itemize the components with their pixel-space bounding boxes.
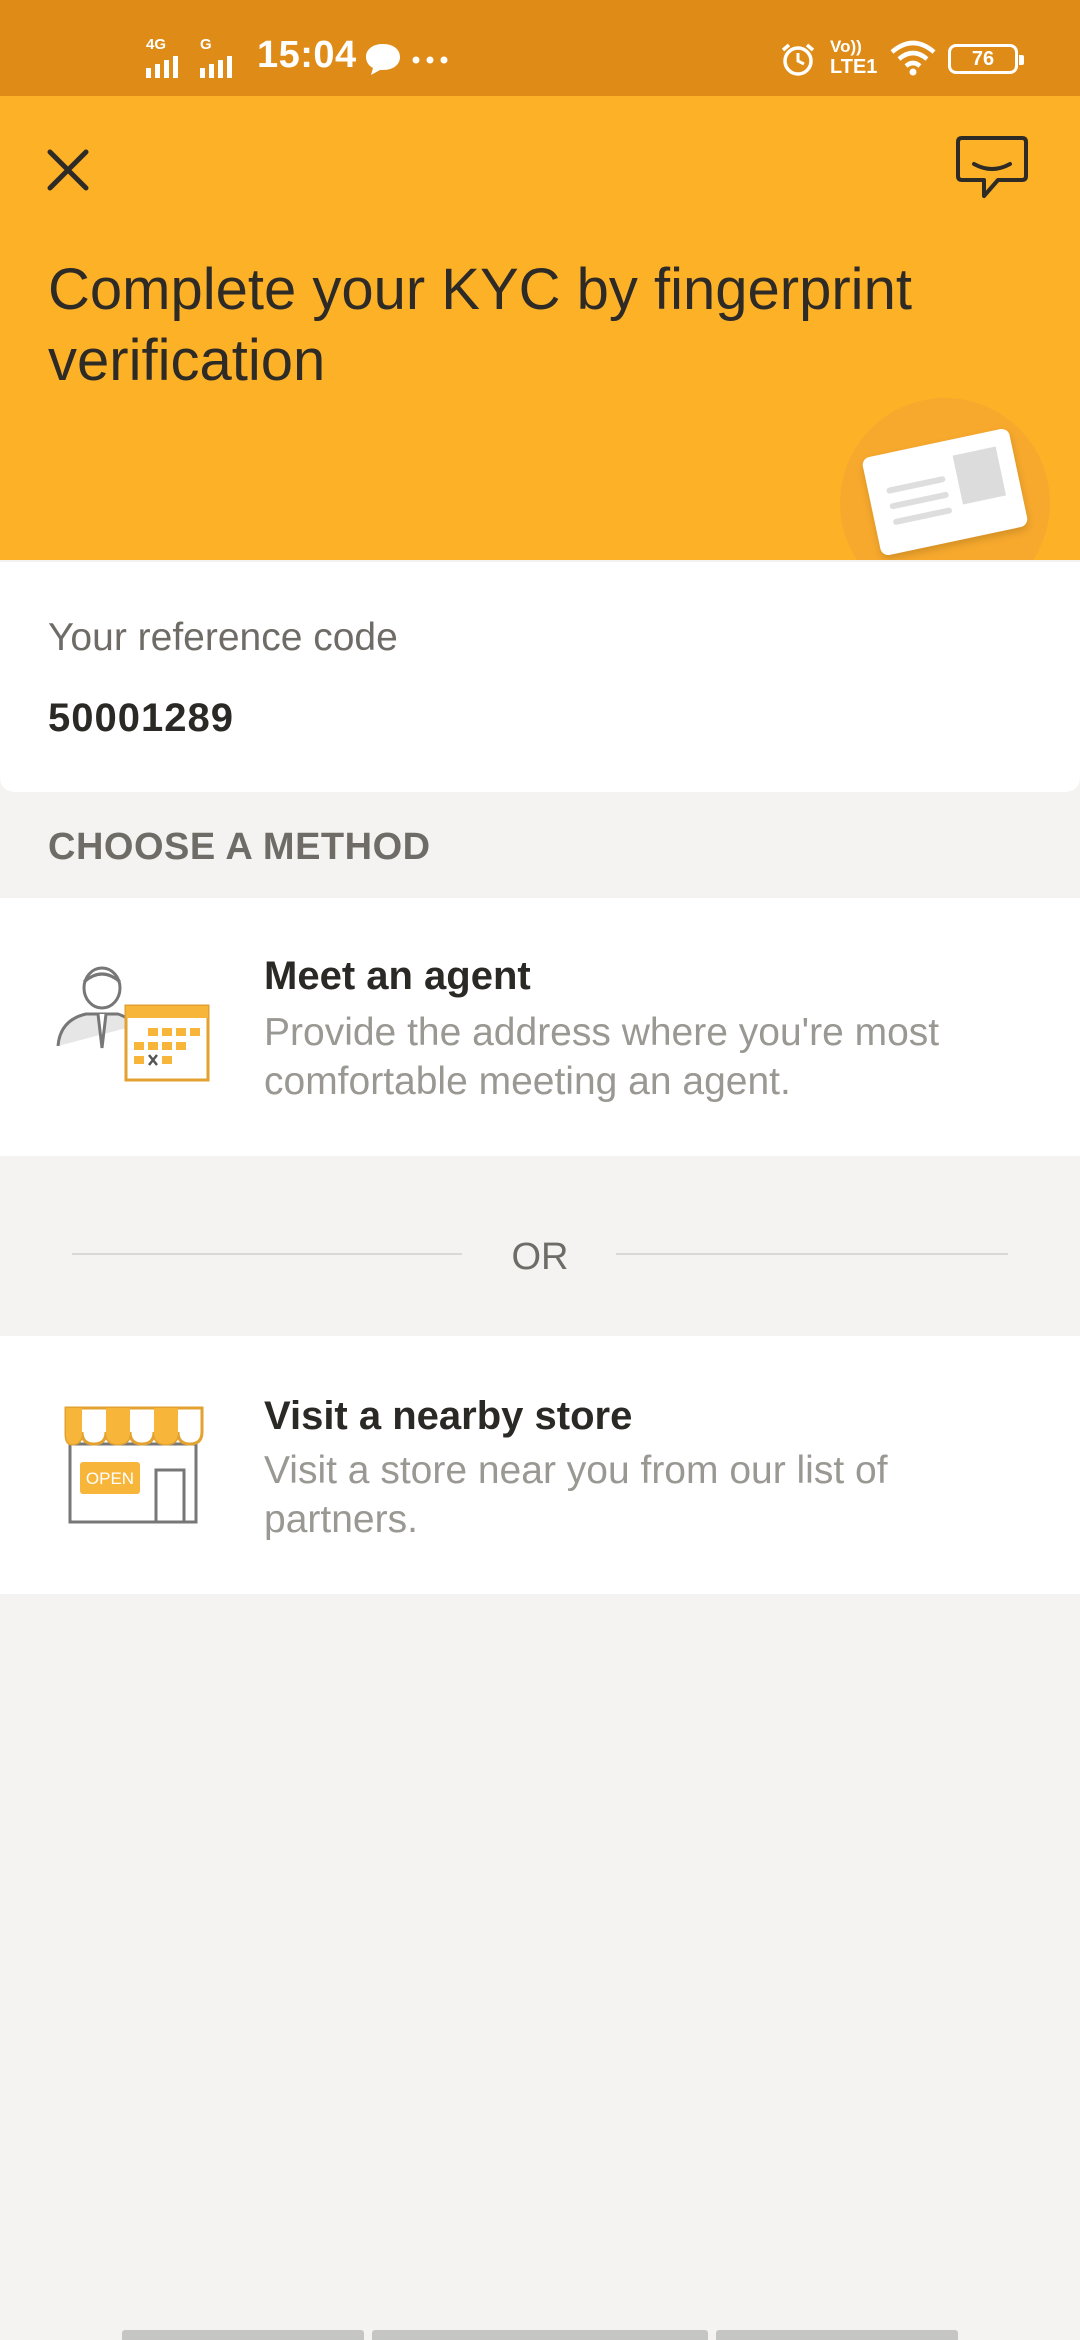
- more-dots-icon: [412, 56, 448, 64]
- nav-gesture-bar-center[interactable]: [372, 2330, 708, 2340]
- choose-method-heading: CHOOSE A METHOD: [48, 826, 431, 868]
- visit-store-title: Visit a nearby store: [264, 1394, 633, 1438]
- divider-right: [616, 1253, 1008, 1255]
- divider-left: [72, 1253, 462, 1255]
- battery-level: 76: [971, 48, 995, 70]
- battery-icon: 76: [948, 44, 1024, 74]
- page-title: Complete your KYC by fingerprint verific…: [48, 257, 912, 393]
- sim1-network-label: 4G: [146, 36, 167, 53]
- nav-gesture-bar-left[interactable]: [122, 2330, 364, 2340]
- store-icon: OPEN: [64, 1406, 204, 1524]
- alarm-icon: [781, 43, 815, 76]
- chat-support-icon[interactable]: [954, 134, 1030, 202]
- meet-agent-description: Provide the address where you're most co…: [264, 1011, 940, 1103]
- store-open-sign: OPEN: [86, 1469, 134, 1488]
- or-separator: OR: [511, 1236, 569, 1278]
- meet-agent-option[interactable]: Meet an agent Provide the address where …: [0, 898, 1080, 1156]
- wifi-icon: [890, 40, 936, 76]
- visit-store-option[interactable]: OPEN Visit a nearby store Visit a store …: [0, 1336, 1080, 1594]
- reference-card: Your reference code 50001289: [0, 562, 1080, 792]
- reference-code-value: 50001289: [48, 696, 234, 740]
- reference-code-label: Your reference code: [48, 616, 398, 659]
- sim2-network-label: G: [200, 36, 212, 53]
- status-bar: 4G G 15:04 Vo)) LTE1 76: [0, 0, 1080, 96]
- status-time: 15:04: [257, 34, 357, 76]
- meet-agent-title: Meet an agent: [264, 954, 531, 998]
- volte-label: Vo)): [830, 37, 862, 56]
- agent-calendar-icon: [56, 966, 210, 1082]
- chat-bubble-notification-icon: [366, 44, 400, 75]
- lte-label: LTE1: [830, 56, 878, 78]
- close-icon[interactable]: [38, 140, 98, 200]
- volte-indicator: Vo)) LTE1: [830, 37, 878, 79]
- visit-store-description: Visit a store near you from our list of …: [264, 1449, 888, 1541]
- nav-gesture-bar-right[interactable]: [716, 2330, 958, 2340]
- kyc-header: Complete your KYC by fingerprint verific…: [0, 96, 1080, 560]
